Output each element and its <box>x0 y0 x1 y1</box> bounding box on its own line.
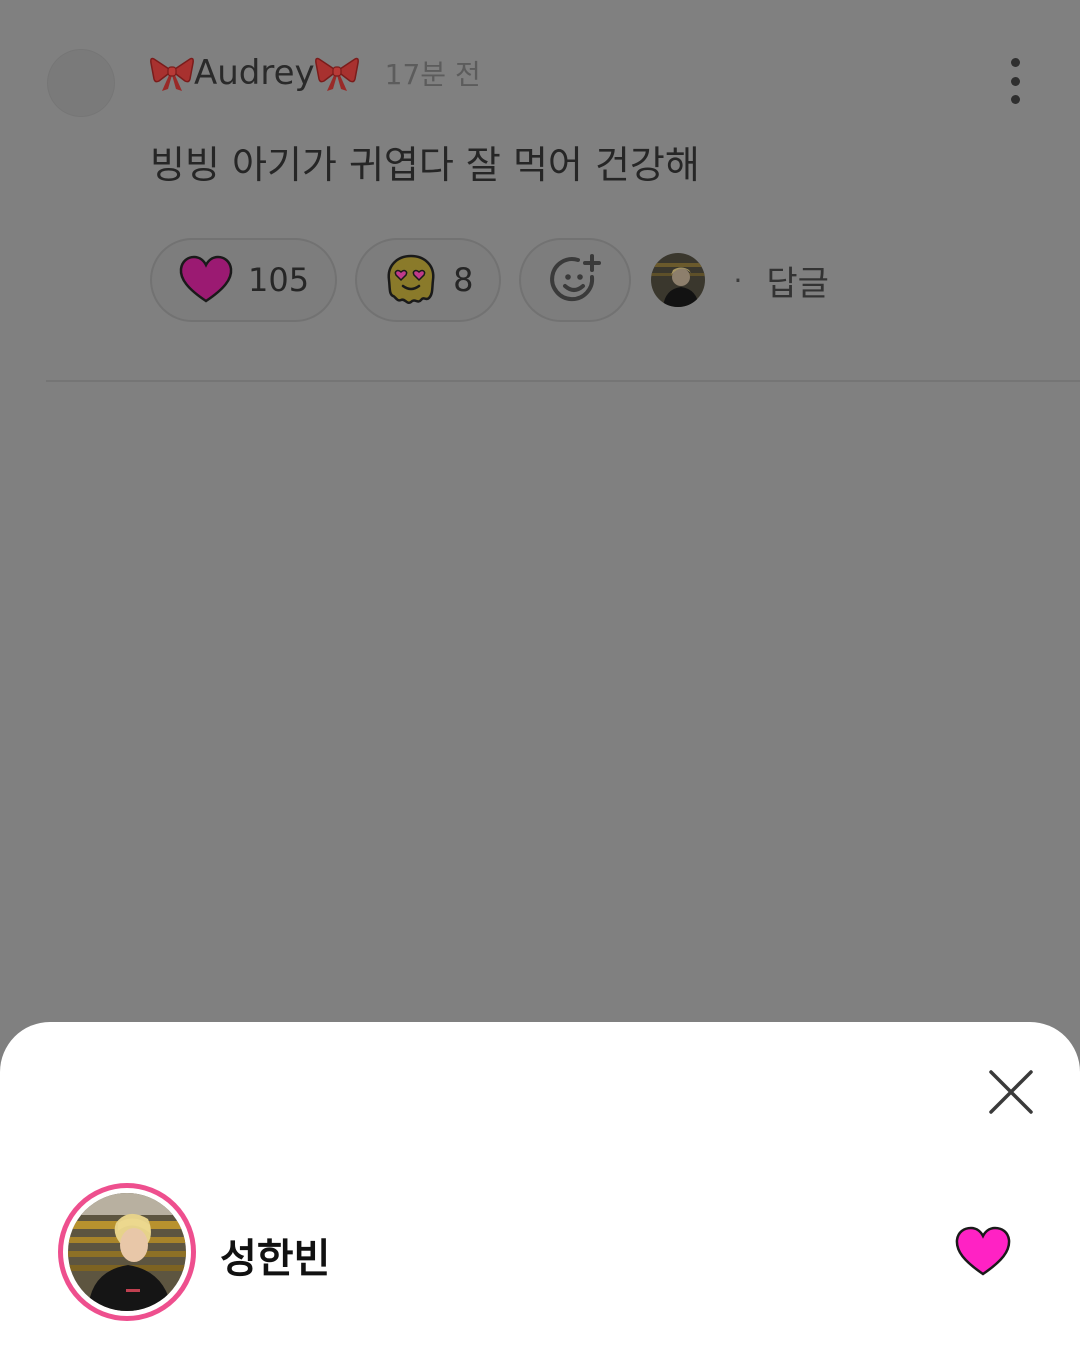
user-avatar[interactable] <box>58 1183 196 1321</box>
ribbon-icon <box>150 57 194 91</box>
heart-icon <box>955 1226 1011 1276</box>
close-icon[interactable] <box>986 1067 1036 1117</box>
comment-time: 17분 전 <box>384 58 481 91</box>
emoji-reaction-button[interactable]: 8 <box>355 238 502 322</box>
comment-text: 빙빙 아기가 귀엽다 잘 먹어 건강해 <box>150 143 700 187</box>
username[interactable]: Audrey <box>150 53 359 93</box>
reply-button[interactable]: 답글 <box>766 256 829 305</box>
user-photo-icon <box>68 1193 186 1311</box>
heart-reaction-button[interactable]: 105 <box>150 238 338 322</box>
commenter-avatar[interactable] <box>48 50 114 116</box>
separator-dot: · <box>733 263 743 297</box>
reaction-count: 8 <box>453 261 474 299</box>
ribbon-icon <box>314 57 359 91</box>
username-text: Audrey <box>194 53 315 93</box>
heart-icon <box>179 255 233 303</box>
comment-header: Audrey 17분 전 <box>150 50 481 96</box>
add-emoji-icon <box>550 254 602 302</box>
comment-item: Audrey 17분 전 빙빙 아기가 귀엽다 잘 먹어 건강해 105 8 ·… <box>0 0 1080 1022</box>
reaction-bar: 105 8 · 답글 <box>150 238 829 322</box>
reactor-avatar[interactable] <box>651 253 706 307</box>
user-photo-icon <box>651 253 706 307</box>
user-name: 성한빈 <box>220 1236 331 1282</box>
add-reaction-button[interactable] <box>519 238 632 322</box>
more-options-icon[interactable] <box>1000 58 1030 104</box>
heart-eyes-blob-icon <box>387 254 435 304</box>
reaction-count: 105 <box>248 261 310 299</box>
divider <box>46 380 1080 382</box>
